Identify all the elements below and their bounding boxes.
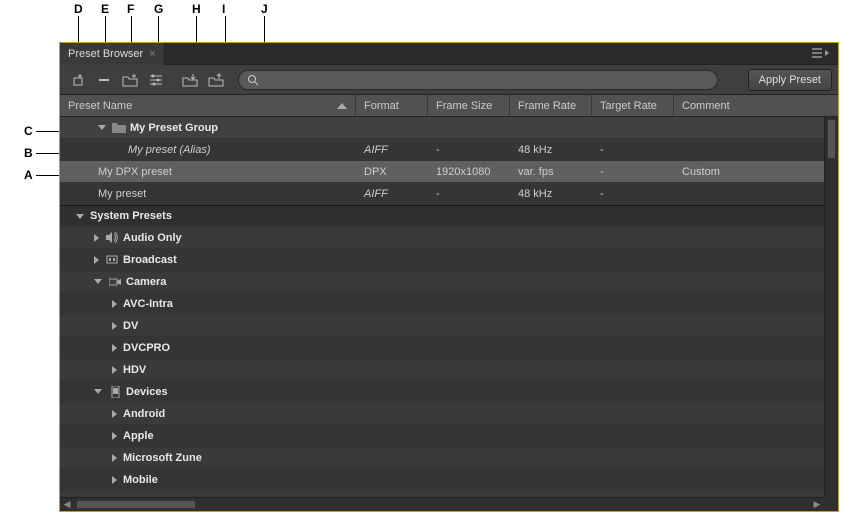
search-field[interactable] bbox=[238, 70, 718, 90]
folder-icon bbox=[112, 122, 126, 134]
chevron-right-icon[interactable] bbox=[112, 300, 117, 308]
tab-title: Preset Browser bbox=[68, 48, 143, 60]
row-hdv[interactable]: HDV bbox=[60, 359, 824, 381]
vertical-scrollbar[interactable] bbox=[824, 117, 838, 497]
preset-browser-panel: Preset Browser × bbox=[59, 42, 839, 512]
chevron-right-icon[interactable] bbox=[94, 234, 99, 242]
panel-menu-icon[interactable] bbox=[808, 46, 834, 60]
callout-C: C bbox=[24, 124, 33, 138]
row-devices[interactable]: Devices bbox=[60, 381, 824, 403]
row-apple[interactable]: Apple bbox=[60, 425, 824, 447]
row-my-preset-group[interactable]: My Preset Group bbox=[60, 117, 824, 139]
scroll-left-icon[interactable]: ◀ bbox=[60, 499, 74, 510]
broadcast-icon bbox=[105, 254, 119, 266]
camera-icon bbox=[108, 276, 122, 288]
row-broadcast[interactable]: Broadcast bbox=[60, 249, 824, 271]
row-mobile[interactable]: Mobile bbox=[60, 469, 824, 491]
row-android[interactable]: Android bbox=[60, 403, 824, 425]
callout-B: B bbox=[24, 146, 33, 160]
callout-F: F bbox=[127, 2, 134, 16]
chevron-down-icon[interactable] bbox=[98, 125, 106, 130]
col-preset-name[interactable]: Preset Name bbox=[60, 95, 356, 116]
speaker-icon bbox=[105, 232, 119, 244]
apply-preset-button[interactable]: Apply Preset bbox=[748, 69, 832, 91]
row-dvcpro[interactable]: DVCPRO bbox=[60, 337, 824, 359]
row-my-preset[interactable]: My preset AIFF - 48 kHz - bbox=[60, 183, 824, 205]
new-group-button[interactable] bbox=[118, 69, 142, 91]
row-my-dpx-preset[interactable]: My DPX preset DPX 1920x1080 var. fps - C… bbox=[60, 161, 824, 183]
tab-preset-browser[interactable]: Preset Browser × bbox=[60, 43, 165, 65]
col-format[interactable]: Format bbox=[356, 95, 428, 116]
search-input[interactable] bbox=[265, 74, 709, 86]
chevron-right-icon[interactable] bbox=[94, 256, 99, 264]
device-icon bbox=[108, 386, 122, 398]
chevron-right-icon[interactable] bbox=[112, 476, 117, 484]
callout-I: I bbox=[222, 2, 225, 16]
chevron-down-icon[interactable] bbox=[94, 279, 102, 284]
delete-preset-button[interactable] bbox=[92, 69, 116, 91]
col-target-rate[interactable]: Target Rate bbox=[592, 95, 674, 116]
column-headers: Preset Name Format Frame Size Frame Rate… bbox=[60, 95, 838, 117]
row-camera[interactable]: Camera bbox=[60, 271, 824, 293]
chevron-right-icon[interactable] bbox=[112, 410, 117, 418]
row-microsoft-zune[interactable]: Microsoft Zune bbox=[60, 447, 824, 469]
callout-A: A bbox=[24, 168, 33, 182]
search-icon bbox=[247, 74, 259, 86]
import-preset-button[interactable] bbox=[178, 69, 202, 91]
callout-J: J bbox=[261, 2, 268, 16]
row-system-presets[interactable]: System Presets bbox=[60, 205, 824, 227]
scroll-right-icon[interactable]: ▶ bbox=[810, 499, 824, 510]
row-audio-only[interactable]: Audio Only bbox=[60, 227, 824, 249]
row-avc-intra[interactable]: AVC-Intra bbox=[60, 293, 824, 315]
scroll-corner bbox=[824, 497, 838, 511]
export-preset-button[interactable] bbox=[204, 69, 228, 91]
chevron-right-icon[interactable] bbox=[112, 344, 117, 352]
row-dv[interactable]: DV bbox=[60, 315, 824, 337]
chevron-right-icon[interactable] bbox=[112, 366, 117, 374]
chevron-down-icon[interactable] bbox=[76, 214, 84, 219]
col-comment[interactable]: Comment bbox=[674, 95, 838, 116]
close-icon[interactable]: × bbox=[149, 48, 155, 60]
new-preset-button[interactable] bbox=[66, 69, 90, 91]
scrollbar-thumb[interactable] bbox=[76, 500, 196, 509]
col-frame-size[interactable]: Frame Size bbox=[428, 95, 510, 116]
callout-E: E bbox=[101, 2, 109, 16]
chevron-right-icon[interactable] bbox=[112, 322, 117, 330]
scrollbar-thumb[interactable] bbox=[827, 119, 836, 159]
row-my-preset-alias[interactable]: My preset (Alias) AIFF - 48 kHz - bbox=[60, 139, 824, 161]
sort-asc-icon bbox=[337, 103, 347, 109]
callout-D: D bbox=[74, 2, 83, 16]
preset-settings-button[interactable] bbox=[144, 69, 168, 91]
callout-H: H bbox=[192, 2, 201, 16]
tab-strip: Preset Browser × bbox=[60, 43, 838, 65]
chevron-down-icon[interactable] bbox=[94, 389, 102, 394]
chevron-right-icon[interactable] bbox=[112, 432, 117, 440]
callout-G: G bbox=[154, 2, 163, 16]
col-frame-rate[interactable]: Frame Rate bbox=[510, 95, 592, 116]
toolbar: Apply Preset bbox=[60, 65, 838, 95]
rows-area: My Preset Group My preset (Alias) AIFF -… bbox=[60, 117, 838, 511]
chevron-right-icon[interactable] bbox=[112, 454, 117, 462]
horizontal-scrollbar[interactable]: ◀ ▶ bbox=[60, 497, 824, 511]
